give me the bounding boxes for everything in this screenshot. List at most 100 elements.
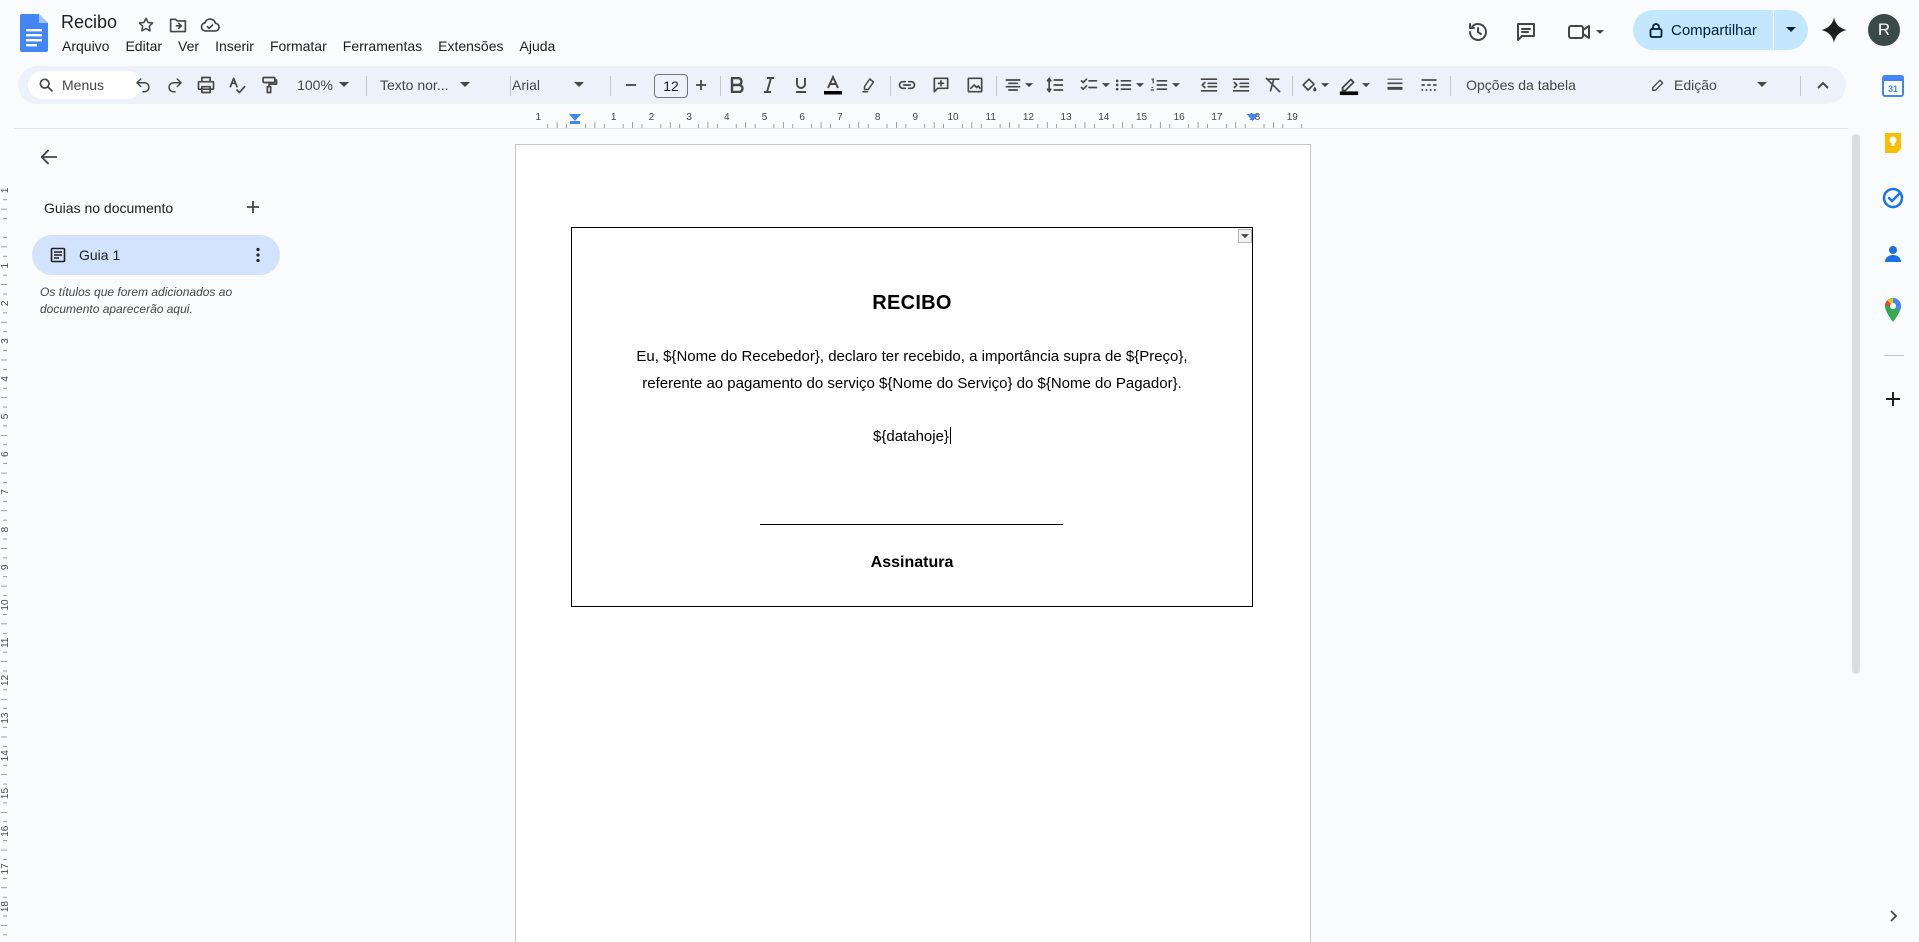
numbered-list-select[interactable] — [1144, 73, 1184, 97]
share-button[interactable]: Compartilhar — [1633, 10, 1808, 50]
receipt-date: ${datahoje} — [873, 428, 949, 445]
border-width-icon[interactable] — [1380, 73, 1410, 97]
zoom-select[interactable]: 100% — [292, 73, 354, 97]
ruler-tick-label: 13 — [1061, 112, 1073, 123]
contacts-icon[interactable] — [1881, 242, 1905, 266]
docs-logo-icon[interactable] — [20, 14, 48, 52]
document-tabs-heading: Guias no documento — [44, 200, 174, 216]
decrease-indent-icon[interactable] — [1194, 73, 1224, 97]
editing-mode-value: Edição — [1674, 77, 1717, 93]
document-title[interactable]: Recibo — [61, 12, 117, 33]
comments-icon[interactable] — [1508, 14, 1544, 50]
tasks-icon[interactable] — [1881, 186, 1905, 210]
cell-background-color-icon[interactable] — [1294, 73, 1334, 97]
meet-icon[interactable] — [1562, 14, 1610, 50]
calendar-day: 31 — [1888, 84, 1898, 94]
highlight-color-icon[interactable] — [852, 73, 886, 97]
vertical-ruler[interactable]: 1123456789101112131415161718 — [0, 128, 14, 942]
version-history-icon[interactable] — [1460, 14, 1496, 50]
ruler-tick-label: 8 — [875, 112, 881, 123]
keep-icon[interactable] — [1881, 130, 1905, 154]
ruler-tick-label: 1 — [0, 187, 11, 193]
sidebar-item-guia-1[interactable]: Guia 1 — [32, 235, 280, 275]
calendar-icon[interactable]: 31 — [1881, 74, 1905, 98]
ruler-tick-label: 19 — [1287, 112, 1299, 123]
add-addon-icon[interactable] — [1881, 387, 1905, 411]
add-tab-icon[interactable] — [244, 198, 262, 216]
menu-extensoes[interactable]: Extensões — [430, 36, 511, 56]
clear-formatting-icon[interactable] — [1258, 73, 1288, 97]
italic-icon[interactable] — [752, 73, 786, 97]
redo-icon[interactable] — [164, 73, 186, 97]
maps-icon[interactable] — [1881, 298, 1905, 322]
print-icon[interactable] — [194, 73, 218, 97]
table-cell-menu-icon[interactable] — [1238, 229, 1252, 243]
menus-search-input[interactable]: Menus — [28, 71, 142, 99]
font-select[interactable]: Arial — [512, 73, 596, 97]
chevron-down-icon — [460, 82, 471, 88]
ruler-tick-label: 12 — [1023, 112, 1035, 123]
font-size-input[interactable]: 12 — [654, 74, 688, 98]
receipt-line-2: referente ao pagamento do serviço ${Nome… — [642, 375, 1182, 392]
ruler-tick-label: 17 — [0, 863, 11, 875]
receipt-title[interactable]: RECIBO — [572, 292, 1252, 315]
more-options-icon[interactable] — [248, 245, 268, 265]
menu-ajuda[interactable]: Ajuda — [512, 36, 564, 56]
share-dropdown-button[interactable] — [1774, 10, 1808, 50]
increase-indent-icon[interactable] — [1226, 73, 1256, 97]
toolbar-divider — [366, 76, 367, 96]
menu-editar[interactable]: Editar — [117, 36, 170, 56]
ruler-tick-label: 2 — [649, 112, 655, 123]
search-icon — [38, 77, 54, 93]
receipt-date-line[interactable]: ${datahoje} — [572, 427, 1252, 445]
menu-arquivo[interactable]: Arquivo — [54, 36, 117, 56]
text-color-icon[interactable] — [816, 73, 850, 97]
document-page[interactable]: RECIBO Eu, ${Nome do Recebedor}, declaro… — [515, 144, 1311, 942]
undo-icon[interactable] — [132, 73, 154, 97]
line-spacing-icon[interactable] — [1038, 73, 1072, 97]
border-dash-icon[interactable] — [1414, 73, 1444, 97]
font-value: Arial — [512, 77, 541, 93]
receipt-table-cell[interactable]: RECIBO Eu, ${Nome do Recebedor}, declaro… — [571, 227, 1253, 607]
spellcheck-icon[interactable] — [226, 73, 248, 97]
back-arrow-icon[interactable] — [38, 146, 60, 168]
decrease-font-size-icon[interactable] — [620, 73, 642, 97]
gemini-icon[interactable] — [1820, 16, 1848, 44]
menu-ver[interactable]: Ver — [170, 36, 207, 56]
add-comment-icon[interactable] — [924, 73, 958, 97]
share-main-button[interactable]: Compartilhar — [1633, 10, 1773, 50]
bold-icon[interactable] — [720, 73, 754, 97]
menu-ferramentas[interactable]: Ferramentas — [335, 36, 430, 56]
cloud-saved-icon[interactable] — [198, 14, 222, 36]
signature-label[interactable]: Assinatura — [572, 554, 1252, 572]
expand-panel-chevron-icon[interactable] — [1881, 904, 1905, 928]
align-select[interactable] — [1000, 73, 1036, 97]
paint-format-icon[interactable] — [258, 73, 280, 97]
avatar[interactable]: R — [1868, 14, 1900, 46]
bulleted-list-select[interactable] — [1108, 73, 1148, 97]
move-folder-icon[interactable] — [166, 14, 190, 36]
star-icon[interactable] — [134, 14, 158, 36]
increase-font-size-icon[interactable] — [690, 73, 712, 97]
border-color-icon[interactable] — [1334, 73, 1374, 97]
paragraph-style-select[interactable]: Texto nor... — [380, 73, 502, 97]
ruler-tick-label: 5 — [0, 413, 11, 419]
toolbar-divider — [1450, 76, 1451, 96]
insert-link-icon[interactable] — [890, 73, 924, 97]
ruler-tick-label: 11 — [986, 112, 997, 123]
hide-menus-chevron-up-icon[interactable] — [1810, 73, 1836, 97]
menu-formatar[interactable]: Formatar — [262, 36, 335, 56]
vertical-scrollbar[interactable] — [1852, 134, 1860, 674]
horizontal-ruler[interactable]: 112345678910111213141516171819 — [512, 110, 1310, 128]
menu-bar: Arquivo Editar Ver Inserir Formatar Ferr… — [54, 36, 563, 56]
ruler-tick-label: 16 — [0, 825, 11, 837]
table-options-button[interactable]: Opções da tabela — [1456, 73, 1586, 97]
underline-icon[interactable] — [784, 73, 818, 97]
insert-image-icon[interactable] — [958, 73, 992, 97]
ruler-tick-label: 7 — [837, 112, 843, 123]
receipt-body[interactable]: Eu, ${Nome do Recebedor}, declaro ter re… — [602, 343, 1222, 397]
ruler-divider — [14, 128, 1848, 129]
chevron-down-icon — [1136, 82, 1144, 88]
editing-mode-select[interactable]: Edição — [1650, 73, 1780, 97]
menu-inserir[interactable]: Inserir — [207, 36, 262, 56]
